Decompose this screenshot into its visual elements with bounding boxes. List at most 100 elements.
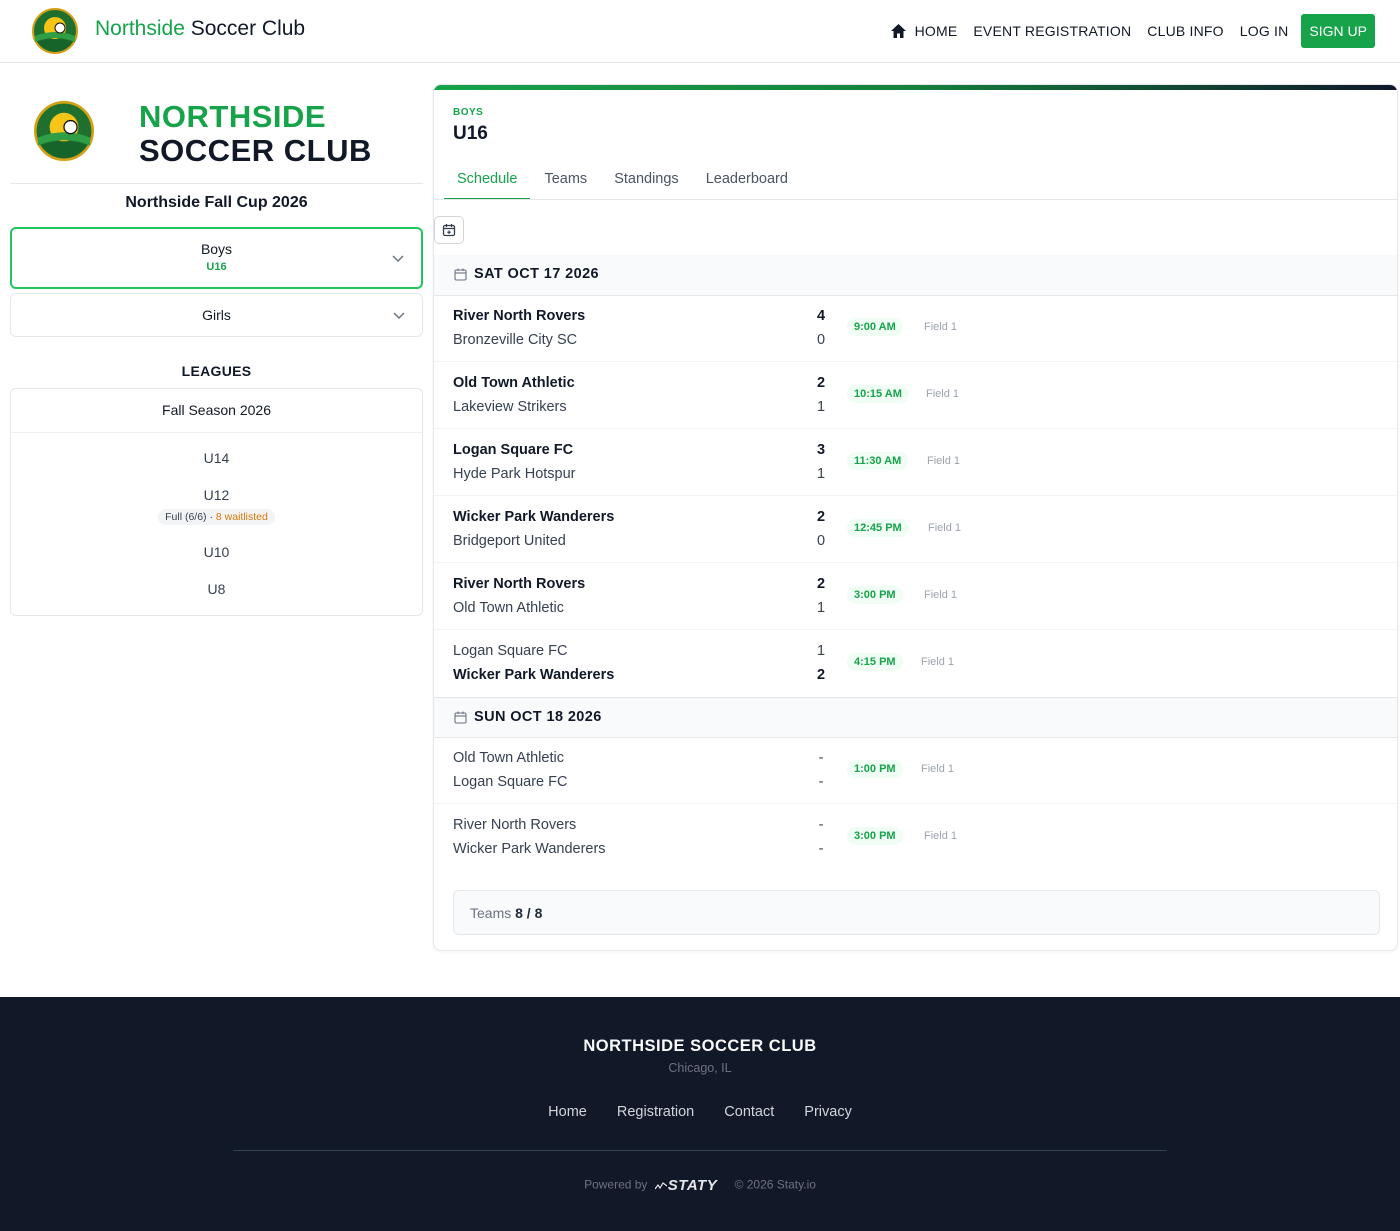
away-team: Wicker Park Wanderers [453, 667, 615, 683]
brand-name-rest: Soccer Club [184, 17, 306, 40]
match-row[interactable]: River North Rovers Bronzeville City SC 4… [434, 295, 1397, 362]
footer-link-contact[interactable]: Contact [724, 1104, 774, 1120]
leagues-heading: LEAGUES [181, 363, 252, 379]
away-score: 0 [816, 533, 826, 549]
home-score: - [818, 750, 824, 766]
teams-count-value: 8 / 8 [515, 905, 543, 921]
footer-link-home[interactable]: Home [548, 1104, 587, 1120]
add-to-calendar-button[interactable] [434, 216, 464, 244]
home-score: 2 [816, 375, 826, 391]
club-title: NORTHSIDE SOCCER CLUB [139, 100, 372, 168]
match-row[interactable]: Old Town Athletic Lakeview Strikers 2 1 … [434, 362, 1397, 429]
chevron-down-icon [392, 255, 404, 263]
match-row[interactable]: Old Town Athletic Logan Square FC - - 1:… [434, 737, 1397, 804]
badge-separator: · [206, 511, 216, 523]
home-score: - [818, 817, 824, 833]
away-score: 2 [816, 667, 826, 683]
home-team: River North Rovers [453, 576, 586, 592]
match-row[interactable]: Logan Square FC Wicker Park Wanderers 1 … [434, 630, 1397, 697]
home-team: Logan Square FC [453, 643, 568, 659]
match-time-badge: 11:30 AM [847, 452, 909, 470]
calendar-icon [454, 268, 467, 281]
division-card-boys[interactable]: Boys U16 [10, 227, 423, 289]
match-field: Field 1 [924, 830, 958, 842]
home-score: 1 [816, 643, 826, 659]
division-age-group: U16 [206, 261, 227, 273]
footer-link-registration[interactable]: Registration [617, 1104, 694, 1120]
match-row[interactable]: Wicker Park Wanderers Bridgeport United … [434, 496, 1397, 563]
brand-name[interactable]: Northside Soccer Club [95, 17, 305, 41]
league-age-u10[interactable]: U10 [11, 544, 422, 560]
match-row[interactable]: River North Rovers Old Town Athletic 2 1… [434, 563, 1397, 630]
nav-club-info[interactable]: CLUB INFO [1147, 23, 1223, 39]
staty-wave-icon [654, 1182, 668, 1190]
home-score: 4 [816, 308, 826, 324]
tabs-divider [434, 199, 1397, 200]
tab-teams[interactable]: Teams [531, 160, 600, 200]
footer-divider [233, 1150, 1167, 1151]
footer-links: Home Registration Contact Privacy [0, 1104, 1400, 1120]
teams-count-label: Teams [470, 905, 516, 921]
away-team: Wicker Park Wanderers [453, 841, 606, 857]
tab-schedule[interactable]: Schedule [444, 160, 531, 200]
footer-copyright: © 2026 Staty.io [734, 1177, 816, 1192]
home-team: Wicker Park Wanderers [453, 509, 615, 525]
day-date: SAT OCT 17 2026 [474, 266, 600, 282]
home-score: 2 [816, 509, 826, 525]
club-crest-icon [34, 101, 94, 161]
match-row[interactable]: Logan Square FC Hyde Park Hotspur 3 1 11… [434, 429, 1397, 496]
u12-status-badge: Full (6/6) · 8 waitlisted [11, 507, 422, 525]
match-field: Field 1 [927, 455, 961, 467]
match-field: Field 1 [926, 388, 960, 400]
main-nav: HOME EVENT REGISTRATION CLUB INFO LOG IN… [874, 13, 1375, 49]
away-team: Bronzeville City SC [453, 332, 578, 348]
footer-link-privacy[interactable]: Privacy [804, 1104, 852, 1120]
day-date: SUN OCT 18 2026 [474, 709, 602, 725]
division-card-girls[interactable]: Girls [10, 293, 423, 337]
league-age-u12[interactable]: U12 [11, 487, 422, 503]
club-title-line1: NORTHSIDE [139, 99, 327, 134]
match-time-badge: 3:00 PM [847, 827, 903, 845]
nav-event-registration[interactable]: EVENT REGISTRATION [973, 23, 1131, 39]
day-header: SAT OCT 17 2026 [434, 255, 1397, 296]
division-name: Boys [200, 241, 233, 257]
footer: NORTHSIDE SOCCER CLUB Chicago, IL Home R… [0, 997, 1400, 1231]
league-name[interactable]: Fall Season 2026 [11, 389, 422, 433]
nav-home[interactable]: HOME [890, 23, 958, 39]
away-score: - [818, 774, 824, 790]
match-row[interactable]: River North Rovers Wicker Park Wanderers… [434, 804, 1397, 871]
powered-by-label: Powered by [584, 1177, 648, 1192]
footer-club-name: NORTHSIDE SOCCER CLUB [583, 1037, 817, 1055]
calendar-plus-icon [442, 224, 456, 237]
league-age-u14[interactable]: U14 [11, 450, 422, 466]
sidebar-divider [10, 183, 423, 184]
home-icon [890, 24, 906, 38]
away-score: 0 [816, 332, 826, 348]
division-title: U16 [453, 123, 488, 144]
nav-log-in[interactable]: LOG IN [1240, 23, 1289, 39]
match-time-badge: 4:15 PM [847, 653, 903, 671]
home-team: Old Town Athletic [453, 750, 564, 766]
home-score: 2 [816, 576, 826, 592]
league-age-u8[interactable]: U8 [11, 581, 422, 597]
match-field: Field 1 [928, 522, 962, 534]
match-time-badge: 3:00 PM [847, 586, 903, 604]
club-crest-icon[interactable] [32, 8, 78, 54]
day-header: SUN OCT 18 2026 [434, 697, 1397, 738]
panel-tabs: Schedule Teams Standings Leaderboard [444, 160, 802, 200]
staty-logo[interactable]: STATY [654, 1177, 717, 1194]
panel-accent-bar [434, 85, 1397, 90]
match-field: Field 1 [921, 763, 955, 775]
nav-home-label: HOME [914, 23, 958, 39]
match-time-badge: 9:00 AM [847, 318, 903, 336]
tab-leaderboard[interactable]: Leaderboard [693, 160, 801, 200]
sign-up-button[interactable]: SIGN UP [1301, 14, 1375, 48]
away-score: 1 [816, 600, 826, 616]
match-time-badge: 10:15 AM [847, 385, 909, 403]
home-team: River North Rovers [453, 817, 577, 833]
away-score: - [818, 841, 824, 857]
tab-standings[interactable]: Standings [601, 160, 692, 200]
brand-name-highlight: Northside [95, 17, 185, 40]
away-team: Logan Square FC [453, 774, 568, 790]
u12-full-status: Full (6/6) [165, 511, 207, 523]
